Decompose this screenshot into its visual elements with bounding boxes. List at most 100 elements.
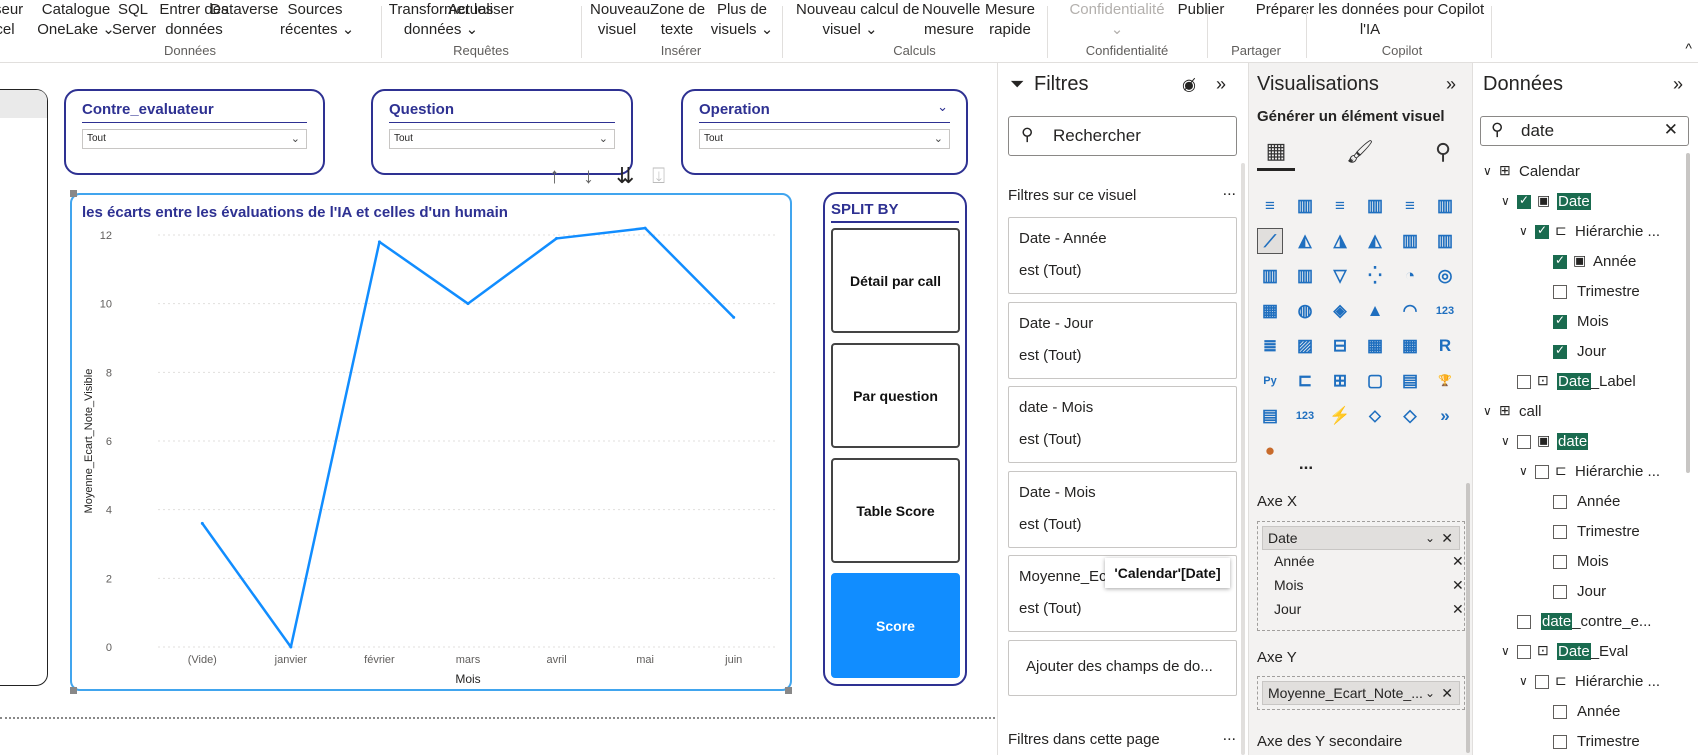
tree-row[interactable]: ∨ ⊞ Calendar bbox=[1473, 160, 1683, 186]
build-visual-tab-icon[interactable]: ▦ bbox=[1257, 133, 1295, 171]
collapse-pane-icon[interactable]: » bbox=[1216, 74, 1226, 95]
kpi-icon[interactable]: ▨ bbox=[1292, 333, 1318, 359]
axis-x-well[interactable]: Date ⌄ ✕ Année ✕ Mois ✕ Jour ✕ bbox=[1257, 521, 1465, 631]
split-by-button[interactable]: Par question bbox=[831, 343, 960, 448]
custom-visual-icon[interactable]: ● bbox=[1257, 438, 1283, 464]
scrollbar[interactable] bbox=[1466, 483, 1470, 753]
100-column-icon[interactable]: ▥ bbox=[1432, 193, 1458, 219]
key-influencers-icon[interactable]: ⊏ bbox=[1292, 368, 1318, 394]
tree-row[interactable]: Trimestre bbox=[1473, 280, 1683, 306]
tree-row[interactable]: ∨ ⊏ Hiérarchie ... bbox=[1473, 460, 1683, 486]
slicer-dropdown[interactable]: Tout ⌄ bbox=[699, 129, 950, 149]
field-checkbox[interactable] bbox=[1517, 193, 1531, 209]
tree-row[interactable]: ∨ ▣ date bbox=[1473, 430, 1683, 456]
scatter-icon[interactable]: ⁛ bbox=[1362, 263, 1388, 289]
expand-icon[interactable]: ∨ bbox=[1483, 164, 1492, 178]
field-checkbox[interactable] bbox=[1535, 675, 1549, 689]
slicer-dropdown[interactable]: Tout ⌄ bbox=[389, 129, 615, 149]
field-checkbox[interactable] bbox=[1553, 585, 1567, 599]
collapse-ribbon-icon[interactable]: ^ bbox=[1685, 40, 1692, 56]
ribbon-icon[interactable]: ▥ bbox=[1257, 263, 1283, 289]
remove-icon[interactable]: ✕ bbox=[1452, 577, 1464, 594]
analytics-tab-icon[interactable]: ⚲ bbox=[1424, 133, 1462, 171]
resize-handle[interactable] bbox=[70, 687, 77, 694]
expand-icon[interactable]: ∨ bbox=[1519, 464, 1528, 478]
ribbon-button[interactable]: Mesure rapide bbox=[984, 0, 1036, 40]
more-visuals-icon[interactable]: ... bbox=[1293, 451, 1319, 477]
collapse-pane-icon[interactable]: » bbox=[1673, 74, 1683, 95]
ribbon-button[interactable]: Préparer les données pour Copilot l'IA bbox=[1250, 0, 1490, 40]
add-fields-dropzone[interactable]: Ajouter des champs de do... bbox=[1008, 640, 1237, 696]
stacked-bar-icon[interactable]: ≡ bbox=[1257, 193, 1283, 219]
chevron-down-icon[interactable]: ⌄ bbox=[1425, 527, 1435, 549]
scrollbar[interactable] bbox=[1241, 163, 1245, 755]
filters-search-input[interactable]: ⚲ Rechercher bbox=[1008, 116, 1237, 156]
format-visual-tab-icon[interactable]: 🖌 bbox=[1341, 133, 1379, 171]
field-checkbox[interactable] bbox=[1553, 705, 1567, 719]
field-checkbox[interactable] bbox=[1553, 525, 1567, 539]
slicer-operation[interactable]: Operation ⌄ Tout ⌄ bbox=[681, 89, 968, 175]
gauge-icon[interactable]: ◠ bbox=[1397, 298, 1423, 324]
ribbon-button[interactable]: Plus de visuels ⌄ bbox=[710, 0, 774, 40]
tree-row[interactable]: Jour bbox=[1473, 580, 1683, 606]
funnel-icon[interactable]: ▽ bbox=[1327, 263, 1353, 289]
area-icon[interactable]: ◭ bbox=[1292, 228, 1318, 254]
qa-icon[interactable]: ▢ bbox=[1362, 368, 1388, 394]
narrative-icon[interactable]: ▤ bbox=[1397, 368, 1423, 394]
filled-map-icon[interactable]: ◈ bbox=[1327, 298, 1353, 324]
tree-row[interactable]: Jour bbox=[1473, 340, 1683, 366]
tree-row[interactable]: ▣ Année bbox=[1473, 250, 1683, 276]
azure-map-icon[interactable]: ▲ bbox=[1362, 298, 1388, 324]
slicer-contre-evaluateur[interactable]: Contre_evaluateur Tout ⌄ bbox=[64, 89, 325, 175]
map-icon[interactable]: ◍ bbox=[1292, 298, 1318, 324]
tree-row[interactable]: Mois bbox=[1473, 310, 1683, 336]
clustered-column-icon[interactable]: ▥ bbox=[1362, 193, 1388, 219]
ribbon-button[interactable]: Actualiser bbox=[446, 0, 516, 20]
ribbon-button[interactable]: Dataverse bbox=[210, 0, 278, 20]
line-chart-visual[interactable]: les écarts entre les évaluations de l'IA… bbox=[70, 193, 792, 691]
pie-icon[interactable]: ◔ bbox=[1397, 263, 1423, 289]
field-checkbox[interactable] bbox=[1517, 645, 1531, 659]
metrics-icon[interactable]: 🏆 bbox=[1432, 368, 1458, 394]
ribbon-button[interactable]: Nouveau visuel bbox=[590, 0, 650, 40]
ribbon-button[interactable]: Zone de texte bbox=[650, 0, 705, 40]
axis-y-field[interactable]: Moyenne_Ecart_Note_... ⌄ ✕ bbox=[1262, 681, 1460, 705]
collapse-pane-icon[interactable]: » bbox=[1446, 74, 1456, 95]
field-checkbox[interactable] bbox=[1553, 285, 1567, 299]
clear-icon[interactable]: ✕ bbox=[1664, 120, 1678, 140]
resize-handle[interactable] bbox=[70, 190, 77, 197]
expand-icon[interactable]: ∨ bbox=[1501, 644, 1510, 658]
r-visual-icon[interactable]: R bbox=[1432, 333, 1458, 359]
expand-next-level-icon[interactable]: ⇊ bbox=[616, 163, 634, 189]
field-checkbox[interactable] bbox=[1517, 375, 1531, 389]
line-stacked-icon[interactable]: ▥ bbox=[1432, 228, 1458, 254]
tree-row[interactable]: Trimestre bbox=[1473, 520, 1683, 546]
copilot-icon[interactable]: ◇ bbox=[1397, 403, 1423, 429]
tree-row[interactable]: ∨ ▣ Date bbox=[1473, 190, 1683, 216]
expand-icon[interactable]: ∨ bbox=[1519, 674, 1528, 688]
field-checkbox[interactable] bbox=[1553, 555, 1567, 569]
new-card-icon[interactable]: 123 bbox=[1292, 403, 1318, 429]
split-by-button[interactable]: Score bbox=[831, 573, 960, 678]
tree-row[interactable]: date_contre_e... bbox=[1473, 610, 1683, 636]
filter-card[interactable]: Date - Année est (Tout) bbox=[1008, 217, 1237, 294]
100-area-icon[interactable]: ◭ bbox=[1362, 228, 1388, 254]
slicer-icon[interactable]: ⊟ bbox=[1327, 333, 1353, 359]
ribbon-button[interactable]: Sources récentes ⌄ bbox=[280, 0, 354, 40]
ribbon-button[interactable]: seur cel bbox=[0, 0, 23, 40]
filter-card[interactable]: Date - Jour est (Tout) bbox=[1008, 301, 1237, 379]
paginated-icon[interactable]: ▤ bbox=[1257, 403, 1283, 429]
remove-icon[interactable]: ✕ bbox=[1452, 601, 1464, 618]
tree-row[interactable]: ∨ ⊞ call bbox=[1473, 400, 1683, 426]
ribbon-button[interactable]: Nouveau calcul de visuel ⌄ bbox=[796, 0, 919, 40]
multirow-card-icon[interactable]: ≣ bbox=[1257, 333, 1283, 359]
drill-up-icon[interactable]: ↑ bbox=[549, 163, 560, 189]
field-checkbox[interactable] bbox=[1535, 223, 1549, 239]
data-search-input[interactable]: ⚲ date ✕ bbox=[1480, 116, 1689, 146]
tree-row[interactable]: ⊡ Date_Label bbox=[1473, 370, 1683, 396]
treemap-icon[interactable]: ▦ bbox=[1257, 298, 1283, 324]
stacked-area-icon[interactable]: ◮ bbox=[1327, 228, 1353, 254]
tree-row[interactable]: Année bbox=[1473, 700, 1683, 726]
split-by-button[interactable]: Table Score bbox=[831, 458, 960, 563]
expand-icon[interactable]: ∨ bbox=[1519, 224, 1528, 238]
